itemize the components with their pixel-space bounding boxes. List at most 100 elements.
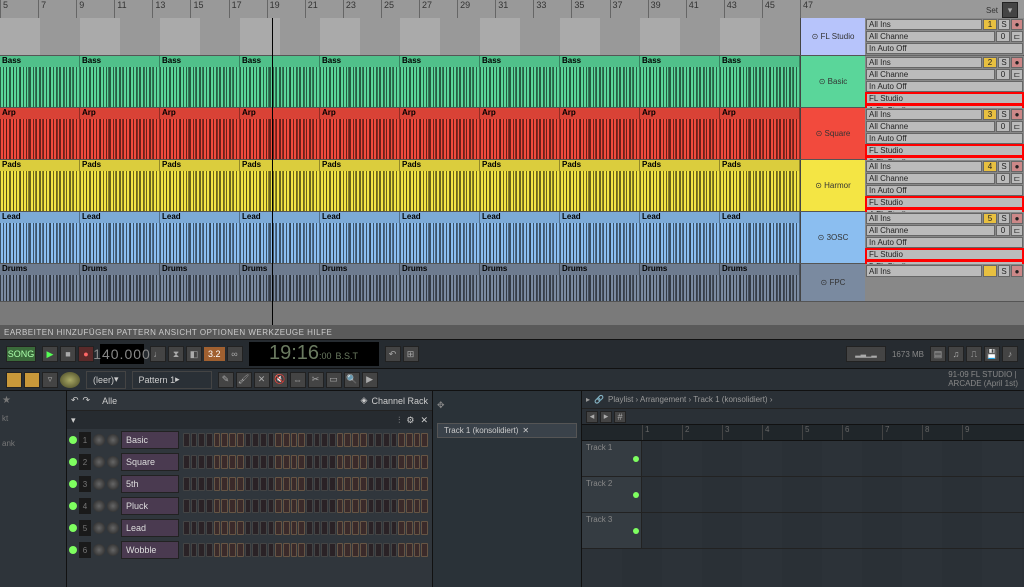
step-button[interactable] [206,433,213,447]
clip-lead[interactable]: Lead [80,212,160,263]
clip-bass[interactable]: Bass [320,56,400,107]
step-button[interactable] [260,543,267,557]
rack-close-icon[interactable]: ✕ [420,415,428,426]
clip-bass[interactable]: Bass [240,56,320,107]
clip-lead[interactable]: Lead [160,212,240,263]
step-button[interactable] [406,455,413,469]
channel-pan-knob[interactable] [93,456,105,468]
input-type[interactable]: All Ins [866,109,982,120]
channel-pan-knob[interactable] [93,500,105,512]
playlist-ruler[interactable]: 123456789 [582,425,1024,441]
save-button[interactable]: 💾 [984,346,1000,362]
step-button[interactable] [214,499,221,513]
step-button[interactable] [398,543,405,557]
channel-pan-knob[interactable] [93,434,105,446]
arm-button[interactable]: ● [1011,19,1023,30]
step-button[interactable] [375,433,382,447]
clip-drums[interactable]: Drums [160,264,240,301]
channel-number[interactable]: 2 [79,454,91,470]
tempo-display[interactable]: 140.000 [100,344,144,364]
step-button[interactable] [191,521,198,535]
clip-lead[interactable]: Lead [640,212,720,263]
routing-slot[interactable]: In Auto Off [866,185,1023,196]
step-button[interactable] [314,477,321,491]
routing-slot[interactable]: In Auto Off [866,237,1023,248]
clip-arp[interactable]: Arp [480,108,560,159]
clip-pads[interactable]: Pads [560,160,640,211]
routing-slot[interactable]: All Channe [866,173,995,184]
track-header[interactable]: ⊙ 3OSC [800,212,865,263]
step-button[interactable] [414,433,421,447]
clip-pads[interactable]: Pads [640,160,720,211]
step-button[interactable] [352,521,359,535]
step-button[interactable] [237,543,244,557]
step-button[interactable] [352,477,359,491]
step-button[interactable] [291,455,298,469]
step-button[interactable] [329,477,336,491]
set-menu-icon[interactable]: ▾ [1002,2,1018,18]
routing-slot[interactable]: FL Studio [866,145,1023,156]
step-button[interactable] [352,433,359,447]
step-button[interactable] [298,521,305,535]
channel-mute-led[interactable] [69,480,77,488]
input-type[interactable]: All Ins [866,265,982,277]
rack-menu-icon[interactable]: ▾ [71,415,76,426]
arm-button[interactable]: ● [1011,57,1023,68]
step-button[interactable] [229,477,236,491]
step-button[interactable] [206,543,213,557]
clip-drums[interactable]: Drums [560,264,640,301]
step-button[interactable] [252,499,259,513]
pattern-color-1[interactable] [6,372,22,388]
step-button[interactable] [421,521,428,535]
channel-name-button[interactable]: Basic [121,431,179,449]
step-button[interactable] [337,499,344,513]
step-button[interactable] [398,499,405,513]
clip-arp[interactable]: Arp [240,108,320,159]
step-button[interactable] [275,499,282,513]
step-button[interactable] [252,455,259,469]
step-button[interactable] [329,455,336,469]
step-button[interactable] [398,433,405,447]
step-button[interactable] [198,521,205,535]
step-button[interactable] [298,433,305,447]
clip-bass[interactable]: Bass [80,56,160,107]
step-button[interactable] [337,521,344,535]
step-button[interactable] [275,477,282,491]
step-button[interactable] [221,477,228,491]
step-button[interactable] [237,477,244,491]
collapse-button[interactable]: ⊏ [1011,31,1023,42]
step-button[interactable] [183,499,190,513]
step-button[interactable] [360,433,367,447]
step-button[interactable] [214,455,221,469]
step-button[interactable] [268,455,275,469]
step-button[interactable] [375,521,382,535]
step-button[interactable] [191,499,198,513]
step-button[interactable] [414,521,421,535]
step-button[interactable] [398,521,405,535]
pattern-color-2[interactable] [24,372,40,388]
clip-pads[interactable]: Pads [240,160,320,211]
step-button[interactable] [214,543,221,557]
step-button[interactable] [414,543,421,557]
clip-bass[interactable]: Bass [480,56,560,107]
clip-pads[interactable]: Pads [0,160,80,211]
solo-button[interactable]: S [998,57,1010,68]
step-button[interactable] [368,477,375,491]
playlist-link-icon[interactable]: 🔗 [594,395,604,404]
clip-bass[interactable]: Bass [560,56,640,107]
view-piano-roll-button[interactable]: ♫ [948,346,964,362]
step-button[interactable] [329,433,336,447]
step-button[interactable] [260,521,267,535]
step-button[interactable] [283,433,290,447]
clip-drums[interactable]: Drums [400,264,480,301]
step-button[interactable] [252,521,259,535]
step-button[interactable] [260,433,267,447]
step-button[interactable] [275,521,282,535]
routing-slot[interactable]: In Auto Off [866,81,1023,92]
timeline-ruler[interactable]: 5791113151719212325272931333537394143454… [0,0,1024,18]
step-button[interactable] [191,543,198,557]
track-header[interactable]: ⊙ FPC [800,264,865,301]
step-button[interactable] [375,477,382,491]
step-button[interactable] [406,499,413,513]
clip-drums[interactable]: Drums [0,264,80,301]
